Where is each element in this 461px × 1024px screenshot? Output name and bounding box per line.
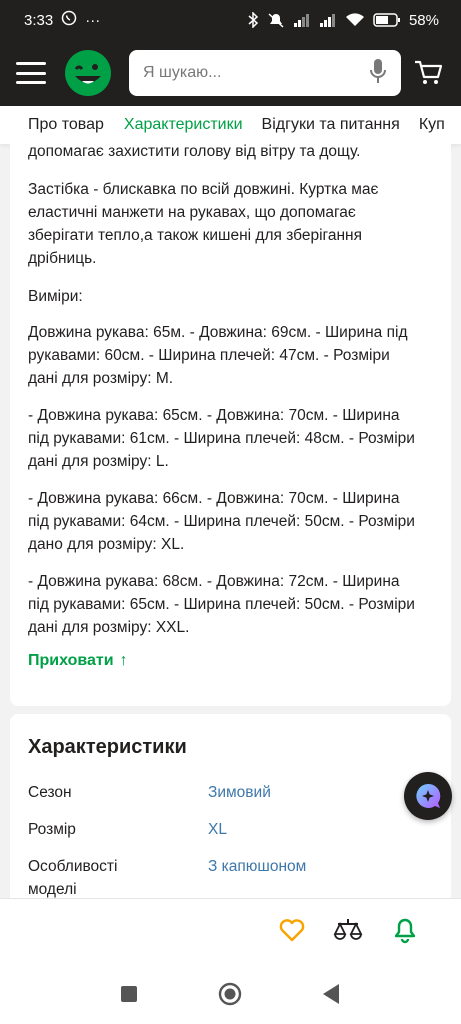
compare-icon[interactable] [333, 915, 363, 945]
status-left: 3:33 ··· [24, 10, 100, 30]
description-card: допомагає захистити голову від вітру та … [10, 143, 451, 706]
tab-buy[interactable]: Куп [419, 116, 445, 134]
search-placeholder: Я шукаю... [143, 64, 222, 81]
battery-percent: 58% [408, 11, 439, 29]
heart-icon[interactable] [277, 915, 307, 945]
cart-icon[interactable] [413, 58, 443, 88]
rozetka-logo[interactable] [64, 49, 112, 97]
description-zip: Застібка - блискавка по всій довжині. Ку… [28, 181, 379, 267]
mute-icon [267, 12, 285, 28]
tab-characteristics[interactable]: Характеристики [124, 116, 243, 134]
char-value-features[interactable]: З капюшоном [208, 855, 306, 878]
status-time: 3:33 [24, 11, 54, 29]
measures-xl: - Довжина рукава: 66см. - Довжина: 70см.… [28, 490, 415, 553]
system-nav-bar [0, 964, 461, 1024]
tab-about[interactable]: Про товар [28, 116, 104, 134]
back-icon[interactable] [319, 982, 343, 1006]
char-value-size[interactable]: XL [208, 818, 227, 841]
measures-l: - Довжина рукава: 65см. - Довжина: 70см.… [28, 407, 415, 470]
description-cut-line: допомагає захистити голову від вітру та … [28, 143, 361, 160]
menu-icon[interactable] [16, 62, 46, 84]
char-label: Особливості моделі [28, 858, 118, 898]
measures-title: Виміри: [28, 288, 83, 305]
arrow-up-icon: ↑ [119, 652, 128, 669]
hide-description-link[interactable]: Приховати ↑ [28, 652, 128, 670]
measures-xxl: - Довжина рукава: 68см. - Довжина: 72см.… [28, 573, 415, 636]
product-tabs: Про товар Характеристики Відгуки та пита… [0, 106, 461, 144]
signal-icon [293, 13, 311, 27]
home-icon[interactable] [218, 982, 242, 1006]
char-label: Сезон [28, 784, 72, 801]
characteristics-card: Характеристики Сезон Зимовий Розмір XL О… [10, 714, 451, 904]
measures-m: Довжина рукава: 65м. - Довжина: 69см. - … [28, 324, 408, 387]
bluetooth-icon [247, 12, 259, 28]
status-dots: ··· [85, 11, 101, 29]
mic-icon[interactable] [369, 58, 387, 89]
tab-reviews[interactable]: Відгуки та питання [262, 116, 400, 134]
status-right: 58% [247, 12, 439, 29]
status-bar: 3:33 ··· 58% [0, 0, 461, 40]
wifi-icon [345, 13, 365, 27]
signal-icon-2 [319, 13, 337, 27]
search-input[interactable]: Я шукаю... [129, 50, 401, 96]
recent-apps-icon[interactable] [117, 982, 141, 1006]
battery-icon [373, 13, 401, 27]
char-label: Розмір [28, 821, 76, 838]
bell-icon[interactable] [390, 915, 420, 945]
bottom-action-bar [0, 898, 461, 964]
chat-bot-icon[interactable] [404, 772, 452, 820]
hide-label: Приховати [28, 652, 114, 669]
char-value-season[interactable]: Зимовий [208, 781, 271, 804]
characteristics-title: Характеристики [28, 736, 187, 758]
app-header: Я шукаю... [0, 40, 461, 106]
whatsapp-like-icon [61, 10, 77, 30]
